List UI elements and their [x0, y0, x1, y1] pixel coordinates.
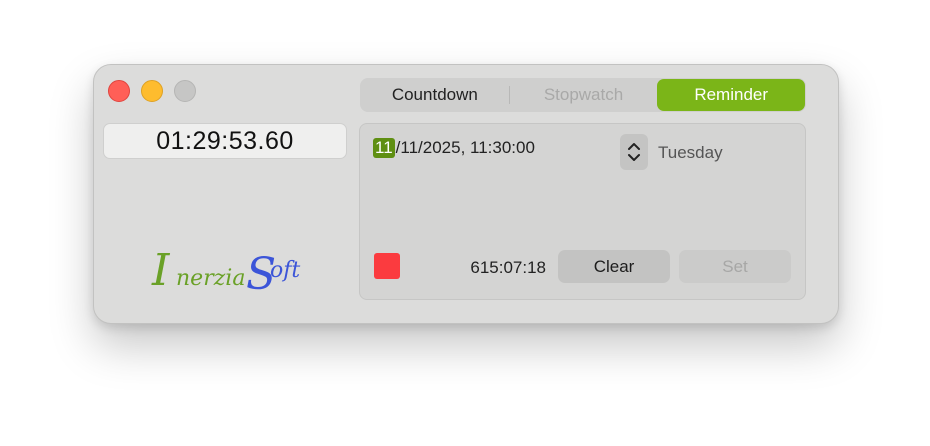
app-window: 01:29:53.60 I nerzia S oft Countdown Sto…: [93, 64, 839, 324]
date-stepper[interactable]: [620, 134, 648, 170]
chevron-down-icon[interactable]: [627, 153, 641, 162]
weekday-label: Tuesday: [658, 143, 723, 162]
tab-countdown[interactable]: Countdown: [361, 79, 509, 111]
svg-text:nerzia: nerzia: [176, 266, 245, 291]
svg-text:I: I: [151, 245, 171, 296]
clear-button[interactable]: Clear: [558, 250, 670, 283]
inerziasoft-logo: I nerzia S oft: [151, 245, 300, 300]
zoom-button[interactable]: [174, 80, 196, 102]
tab-reminder[interactable]: Reminder: [657, 79, 806, 111]
window-controls: [108, 80, 196, 102]
svg-text:oft: oft: [270, 258, 300, 283]
tab-stopwatch[interactable]: Stopwatch: [510, 79, 658, 111]
date-day-segment[interactable]: 11: [373, 138, 395, 158]
chevron-up-icon[interactable]: [627, 142, 641, 151]
date-rest-segment[interactable]: /11/2025, 11:30:00: [396, 138, 535, 158]
set-button[interactable]: Set: [679, 250, 791, 283]
minimize-button[interactable]: [141, 80, 163, 102]
reminder-date-picker[interactable]: 11 /11/2025, 11:30:00: [373, 138, 535, 158]
current-time-display: 01:29:53.60: [103, 123, 347, 159]
status-indicator: [374, 253, 400, 279]
close-button[interactable]: [108, 80, 130, 102]
reminder-panel: 11 /11/2025, 11:30:00 Tuesday 615:07:18 …: [359, 123, 806, 300]
mode-segmented-control: Countdown Stopwatch Reminder: [360, 78, 806, 112]
time-remaining: 615:07:18: [470, 258, 546, 277]
